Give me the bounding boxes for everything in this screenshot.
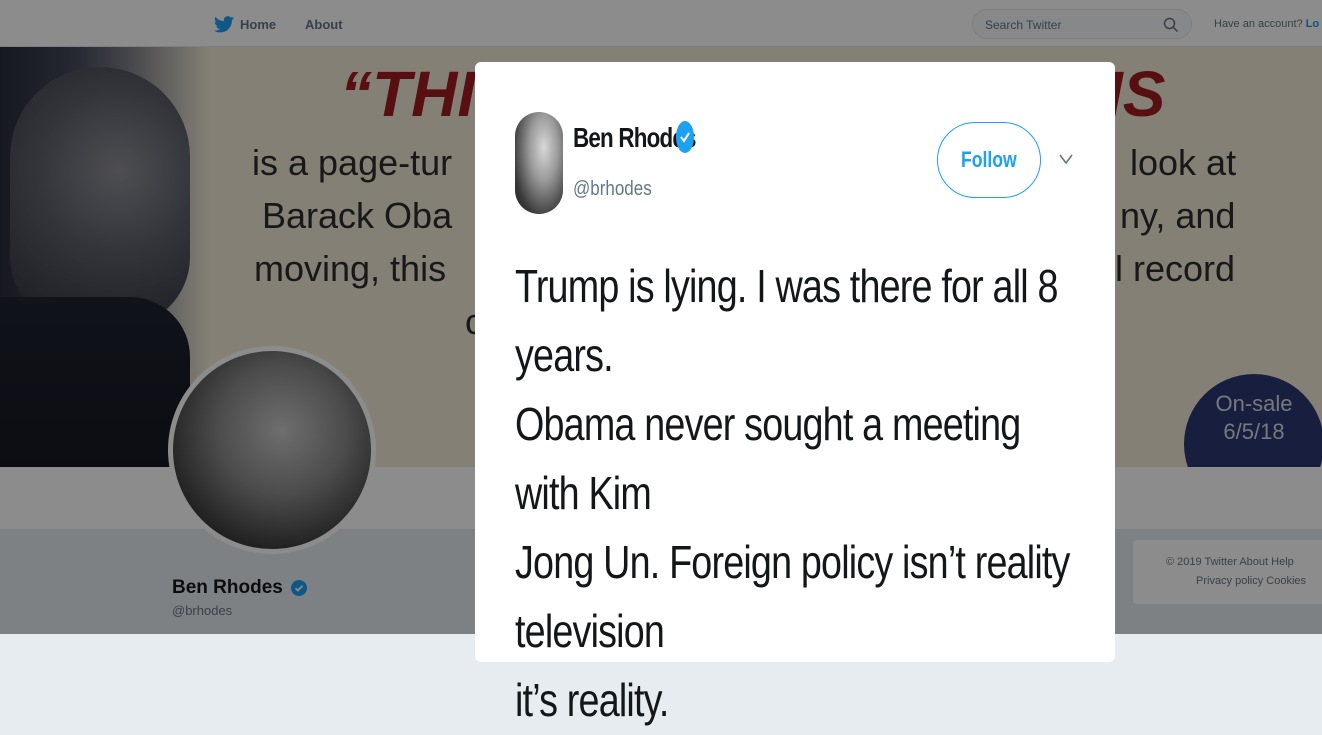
tweet-text-line: Jong Un. Foreign policy isn’t reality te… <box>515 536 1070 657</box>
tweet-text-line: Trump is lying. I was there for all 8 ye… <box>515 260 1058 381</box>
tweet-text-line: Obama never sought a meeting with Kim <box>515 398 1021 519</box>
tweet-text: Trump is lying. I was there for all 8 ye… <box>515 252 1089 735</box>
tweet-author-handle[interactable]: @brhodes <box>573 178 652 201</box>
follow-button[interactable]: Follow <box>937 122 1041 198</box>
verified-badge-icon <box>676 121 694 153</box>
chevron-down-icon[interactable] <box>1059 154 1073 164</box>
tweet-text-line: it’s reality. <box>515 674 669 726</box>
follow-button-label: Follow <box>961 147 1017 172</box>
tweet-author-avatar[interactable] <box>515 112 563 214</box>
tweet-modal: Ben Rhodes @brhodes Follow Trump is lyin… <box>475 62 1115 726</box>
